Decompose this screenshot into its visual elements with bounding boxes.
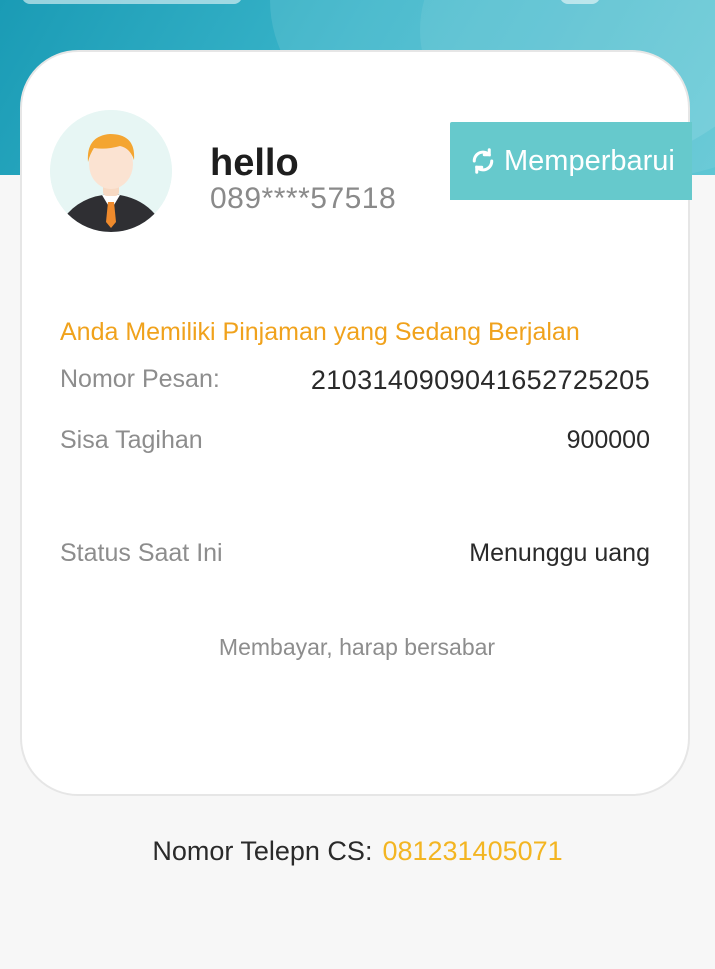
remaining-bill-value: 900000 (566, 426, 650, 454)
refresh-button[interactable]: Memperbarui (450, 122, 692, 200)
current-status-label: Status Saat Ini (60, 539, 223, 567)
refresh-icon (472, 148, 494, 174)
loan-card: hello 089****57518 Memperbarui Anda Memi… (20, 50, 692, 796)
refresh-button-label: Memperbarui (504, 144, 675, 177)
user-name: hello (210, 142, 299, 184)
current-status-value: Menunggu uang (469, 539, 650, 567)
user-avatar-icon (50, 110, 172, 232)
wait-note: Membayar, harap bersabar (218, 634, 496, 660)
cs-label: Nomor Telepn CS: (152, 836, 373, 866)
cs-phone-link[interactable]: 081231405071 (382, 836, 562, 866)
remaining-bill-label: Sisa Tagihan (60, 426, 203, 454)
user-phone: 089****57518 (210, 182, 397, 215)
order-number-label: Nomor Pesan: (60, 365, 220, 393)
status-bar-fragment (22, 0, 242, 4)
order-number-value: 2103140909041652725205 (310, 365, 650, 395)
status-bar-fragment (560, 0, 600, 4)
active-loan-notice: Anda Memiliki Pinjaman yang Sedang Berja… (60, 318, 580, 346)
customer-service-line: Nomor Telepn CS: 081231405071 (0, 836, 715, 867)
